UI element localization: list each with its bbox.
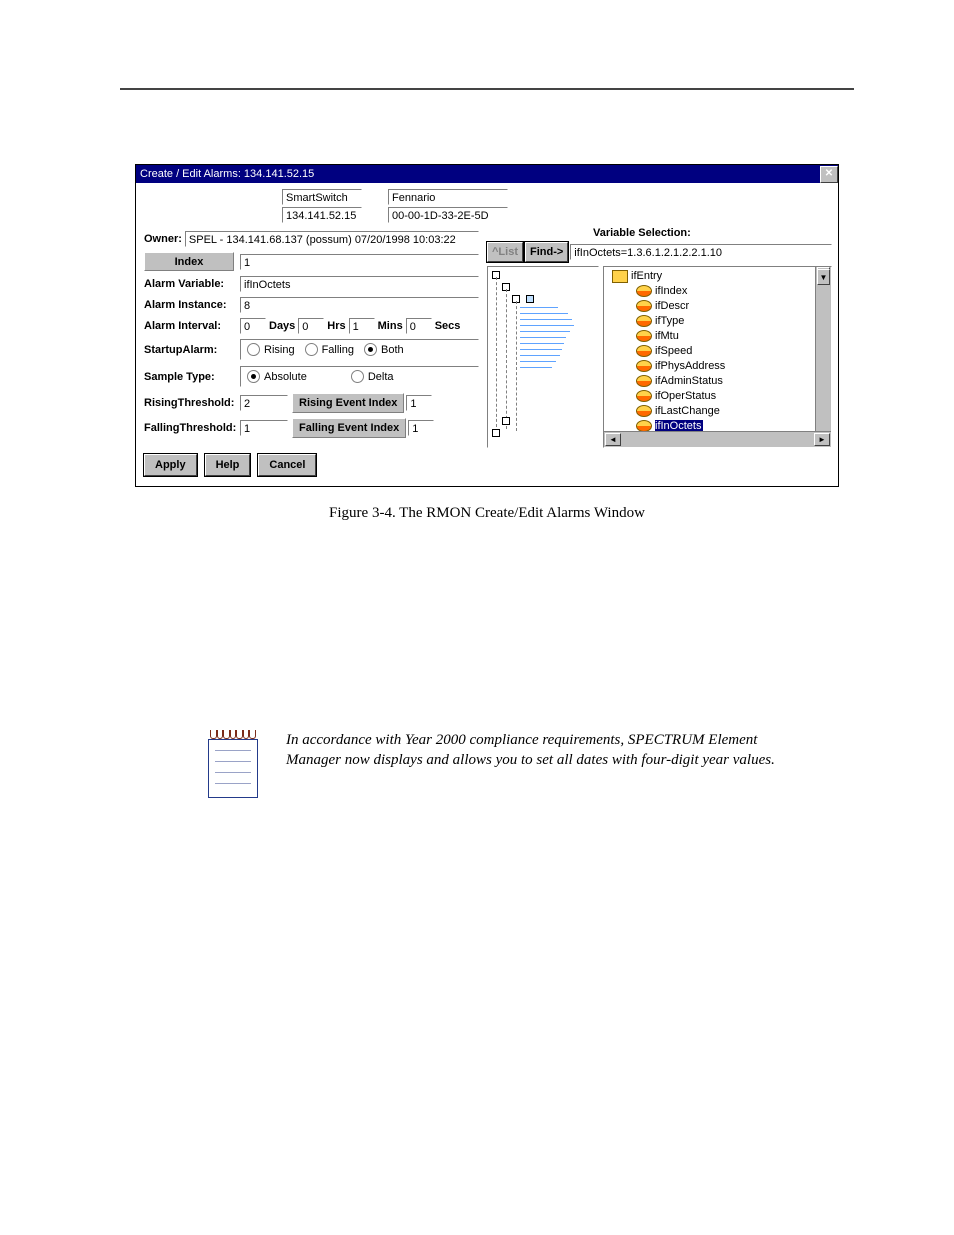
oid-leaf-icon [636,390,652,402]
alarm-variable-input[interactable]: ifInOctets [240,276,479,292]
variable-selection-pane: Variable Selection: ^List Find-> ifInOct… [487,183,838,486]
days-label: Days [269,320,295,332]
tree-leaf-label: ifLastChange [655,405,720,417]
falling-idx-input[interactable]: 1 [408,420,434,436]
secs-label: Secs [435,320,461,332]
owner-label: Owner: [144,233,182,245]
tree-leaf-label: ifMtu [655,330,679,342]
apply-button[interactable]: Apply [144,454,197,476]
oid-leaf-icon [636,300,652,312]
tree-leaf-label: ifAdminStatus [655,375,723,387]
close-icon[interactable]: ✕ [820,166,838,183]
hrs-input[interactable]: 0 [298,318,324,334]
variable-value-field[interactable]: ifInOctets=1.3.6.1.2.1.2.2.1.10 [570,244,832,260]
sample-absolute-label: Absolute [264,371,307,383]
alarm-variable-label: Alarm Variable: [144,278,240,290]
help-button[interactable]: Help [205,454,251,476]
tree-leaf[interactable]: ifAdminStatus [612,374,813,389]
oid-leaf-icon [636,315,652,327]
variable-selection-title: Variable Selection: [593,227,832,239]
index-header: Index [144,252,234,271]
startup-both-label: Both [381,344,404,356]
dialog-window: Create / Edit Alarms: 134.141.52.15 ✕ Sm… [135,164,839,487]
rising-thr-label: RisingThreshold: [144,397,240,409]
list-button[interactable]: ^List [487,242,523,262]
window-titlebar[interactable]: Create / Edit Alarms: 134.141.52.15 ✕ [136,165,838,183]
device-name-field: SmartSwitch [282,189,362,205]
startup-both-radio[interactable]: Both [364,343,404,356]
alarm-form-pane: SmartSwitch 134.141.52.15 Fennario 00-00… [136,183,487,486]
tree-leaf[interactable]: ifSpeed [612,344,813,359]
device-ip-field: 134.141.52.15 [282,207,362,223]
startup-rising-label: Rising [264,344,295,356]
tree-leaf-label: ifType [655,315,684,327]
tree-leaf[interactable]: ifPhysAddress [612,359,813,374]
find-button[interactable]: Find-> [525,242,568,262]
note-icon [208,730,258,798]
alarm-instance-label: Alarm Instance: [144,299,240,311]
rising-idx-header: Rising Event Index [292,393,404,413]
oid-leaf-icon [636,285,652,297]
startup-rising-radio[interactable]: Rising [247,343,295,356]
scroll-right-icon[interactable]: ► [814,433,830,446]
alarm-instance-input[interactable]: 8 [240,297,479,313]
tree-leaf[interactable]: ifIndex [612,284,813,299]
oid-leaf-icon [636,375,652,387]
days-input[interactable]: 0 [240,318,266,334]
sample-delta-radio[interactable]: Delta [351,370,394,383]
tree-leaf[interactable]: ifType [612,314,813,329]
tree-leaf-label: ifOperStatus [655,390,716,402]
scroll-down-icon[interactable]: ▼ [817,269,830,285]
owner-input[interactable]: SPEL - 134.141.68.137 (possum) 07/20/199… [185,231,479,247]
rising-idx-input[interactable]: 1 [406,395,432,411]
scroll-left-icon[interactable]: ◄ [605,433,621,446]
startup-falling-radio[interactable]: Falling [305,343,354,356]
tree-leaf-label: ifSpeed [655,345,692,357]
hrs-label: Hrs [327,320,345,332]
tree-overview [487,266,599,448]
oid-leaf-icon [636,330,652,342]
tree-leaf[interactable]: ifLastChange [612,404,813,419]
falling-idx-header: Falling Event Index [292,418,406,438]
falling-thr-label: FallingThreshold: [144,422,240,434]
tree-leaf[interactable]: ifMtu [612,329,813,344]
mib-tree[interactable]: ifEntryifIndex ifDescr ifType ifMtu ifSpeed i… [603,266,832,448]
startup-falling-label: Falling [322,344,354,356]
cancel-button[interactable]: Cancel [258,454,316,476]
tree-leaf[interactable]: ifDescr [612,299,813,314]
startup-label: StartupAlarm: [144,344,240,356]
tree-leaf-label: ifIndex [655,285,687,297]
figure-caption: Figure 3-4. The RMON Create/Edit Alarms … [120,505,854,522]
sample-type-label: Sample Type: [144,371,240,383]
alarm-interval-label: Alarm Interval: [144,320,240,332]
tree-scrollbar-vertical[interactable]: ▲ ▼ [815,267,831,447]
sample-absolute-radio[interactable]: Absolute [247,370,307,383]
oid-leaf-icon [636,345,652,357]
header-rule [120,88,854,90]
tree-folder-ifentry[interactable]: ifEntry [612,269,813,284]
titlebar-title: Create / Edit Alarms: 134.141.52.15 [140,168,314,180]
tree-leaf-label: ifPhysAddress [655,360,725,372]
note-text: In accordance with Year 2000 compliance … [286,730,806,770]
tree-leaf-label: ifDescr [655,300,689,312]
mins-input[interactable]: 1 [349,318,375,334]
tree-leaf[interactable]: ifOperStatus [612,389,813,404]
falling-thr-input[interactable]: 1 [240,420,288,436]
oid-leaf-icon [636,405,652,417]
oid-leaf-icon [636,360,652,372]
tree-scrollbar-horizontal[interactable]: ◄ ► [604,431,831,447]
rising-thr-input[interactable]: 2 [240,395,288,411]
sample-delta-label: Delta [368,371,394,383]
mins-label: Mins [378,320,403,332]
secs-input[interactable]: 0 [406,318,432,334]
index-input[interactable]: 1 [240,254,479,270]
